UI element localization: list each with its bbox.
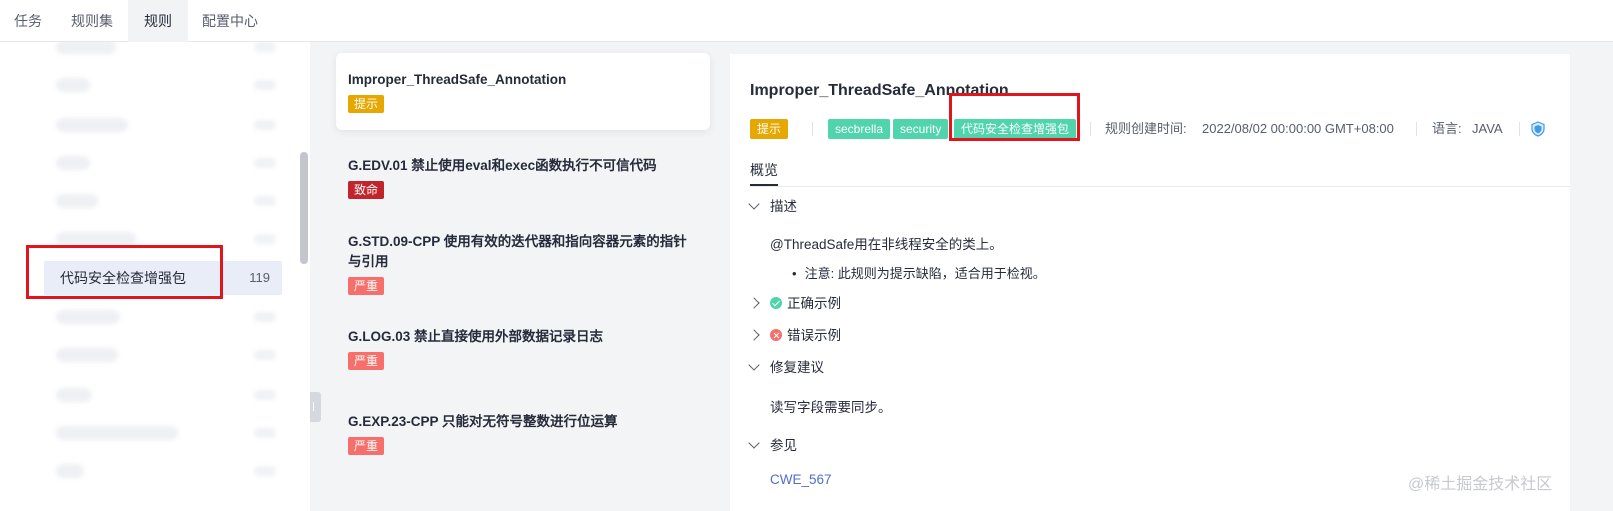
blurred-list-item[interactable]	[56, 426, 178, 440]
sidebar-item-count: 119	[249, 270, 270, 285]
rule-list-item[interactable]: G.STD.09-CPP 使用有效的迭代器和指向容器元素的指针与引用 严重	[336, 218, 710, 308]
chevron-right-icon	[748, 297, 760, 309]
tab-config-center[interactable]: 配置中心	[188, 0, 272, 42]
section-see-also-header[interactable]: 参见	[748, 436, 797, 456]
divider	[1416, 122, 1417, 136]
blurred-count	[254, 120, 276, 130]
section-fix-header[interactable]: 修复建议	[748, 358, 824, 378]
tag-security: security	[893, 119, 949, 139]
sidebar-item-code-security-enhanced-pack[interactable]: 代码安全检查增强包 119	[44, 261, 282, 295]
severity-badge: 致命	[348, 181, 385, 199]
blurred-count	[254, 428, 276, 438]
blurred-count	[254, 312, 276, 322]
severity-badge: 严重	[348, 437, 385, 455]
blurred-count	[254, 350, 276, 360]
chevron-down-icon	[748, 437, 760, 449]
created-time-label: 规则创建时间:	[1105, 121, 1187, 136]
section-wrong-example-header[interactable]: 错误示例	[748, 326, 841, 346]
rule-title: G.EXP.23-CPP 只能对无符号整数进行位运算	[348, 414, 618, 429]
watermark: @稀土掘金技术社区	[1408, 476, 1553, 493]
rule-detail-title: Improper_ThreadSafe_Annotation	[750, 82, 1009, 99]
check-circle-icon	[770, 297, 782, 309]
tab-overview[interactable]: 概览	[750, 160, 778, 180]
blurred-count	[254, 158, 276, 168]
ruleset-category-sidebar: 代码安全检查增强包 119	[0, 42, 310, 511]
severity-badge: 严重	[348, 352, 385, 370]
section-title: 参见	[770, 438, 797, 453]
sidebar-item-label: 代码安全检查增强包	[60, 270, 186, 286]
blurred-list-item[interactable]	[56, 310, 120, 324]
tab-tasks[interactable]: 任务	[0, 0, 56, 42]
severity-badge: 提示	[348, 95, 385, 113]
tabs-divider	[750, 186, 1570, 187]
blurred-count	[254, 390, 276, 400]
rule-title: Improper_ThreadSafe_Annotation	[348, 72, 567, 87]
section-title: 描述	[770, 199, 797, 214]
shield-icon[interactable]	[1530, 121, 1546, 137]
rule-title: G.EDV.01 禁止使用eval和exec函数执行不可信代码	[348, 158, 657, 173]
blurred-list-item[interactable]	[56, 78, 90, 92]
rule-meta-row: 提示 secbrella security 代码安全检查增强包 规则创建时间: …	[750, 119, 1570, 139]
error-circle-icon	[770, 329, 782, 341]
chevron-down-icon	[748, 359, 760, 371]
tab-rules[interactable]: 规则	[128, 0, 188, 42]
divider	[812, 122, 813, 136]
description-text: @ThreadSafe用在非线程安全的类上。	[770, 237, 1003, 252]
section-title: 错误示例	[787, 328, 841, 343]
rule-list: Improper_ThreadSafe_Annotation 提示 G.EDV.…	[310, 42, 728, 511]
description-note: 注意: 此规则为提示缺陷，适合用于检视。	[792, 263, 1046, 282]
divider	[1519, 122, 1520, 136]
blurred-count	[254, 466, 276, 476]
language-value: JAVA	[1472, 121, 1503, 136]
blurred-list-item[interactable]	[56, 232, 136, 246]
divider	[1090, 122, 1091, 136]
chevron-right-icon	[748, 329, 760, 341]
severity-badge: 严重	[348, 277, 385, 295]
section-title: 正确示例	[787, 296, 841, 311]
blurred-count	[254, 234, 276, 244]
blurred-list-item[interactable]	[56, 118, 128, 132]
severity-badge: 提示	[750, 119, 789, 139]
language-label: 语言:	[1432, 121, 1462, 136]
blurred-list-item[interactable]	[56, 464, 84, 478]
rule-list-item[interactable]: Improper_ThreadSafe_Annotation 提示	[336, 53, 710, 130]
tag-secbrella: secbrella	[828, 119, 891, 139]
section-description-header[interactable]: 描述	[748, 197, 797, 217]
blurred-count	[254, 196, 276, 206]
fix-text: 读写字段需要同步。	[770, 400, 892, 415]
rule-title: G.STD.09-CPP 使用有效的迭代器和指向容器元素的指针与引用	[348, 234, 687, 269]
section-title: 修复建议	[770, 360, 824, 375]
rule-list-item[interactable]: G.EDV.01 禁止使用eval和exec函数执行不可信代码 致命	[336, 140, 710, 210]
section-correct-example-header[interactable]: 正确示例	[748, 294, 841, 314]
blurred-list-item[interactable]	[56, 42, 116, 54]
chevron-down-icon	[748, 198, 760, 210]
blurred-list-item[interactable]	[56, 348, 118, 362]
rule-detail-card: Improper_ThreadSafe_Annotation 提示 secbre…	[730, 54, 1570, 511]
rule-list-item[interactable]: G.EXP.23-CPP 只能对无符号整数进行位运算 严重	[336, 397, 710, 467]
blurred-count	[254, 42, 276, 52]
cwe-link[interactable]: CWE_567	[770, 472, 832, 487]
rule-title: G.LOG.03 禁止直接使用外部数据记录日志	[348, 329, 604, 344]
blurred-list-item[interactable]	[56, 194, 98, 208]
blurred-count	[254, 80, 276, 90]
tab-rulesets[interactable]: 规则集	[56, 0, 128, 42]
blurred-list-item[interactable]	[56, 156, 90, 170]
created-time-value: 2022/08/02 00:00:00 GMT+08:00	[1202, 121, 1394, 136]
rule-detail-panel: Improper_ThreadSafe_Annotation 提示 secbre…	[728, 42, 1613, 511]
collapse-panel-handle[interactable]	[310, 392, 321, 422]
top-tab-bar: 任务 规则集 规则 配置中心	[0, 0, 1613, 42]
blurred-list-item[interactable]	[56, 388, 92, 402]
rule-list-item[interactable]: G.LOG.03 禁止直接使用外部数据记录日志 严重	[336, 312, 710, 382]
tag-code-security-pack: 代码安全检查增强包	[954, 119, 1077, 139]
sidebar-scrollbar[interactable]	[300, 152, 308, 264]
